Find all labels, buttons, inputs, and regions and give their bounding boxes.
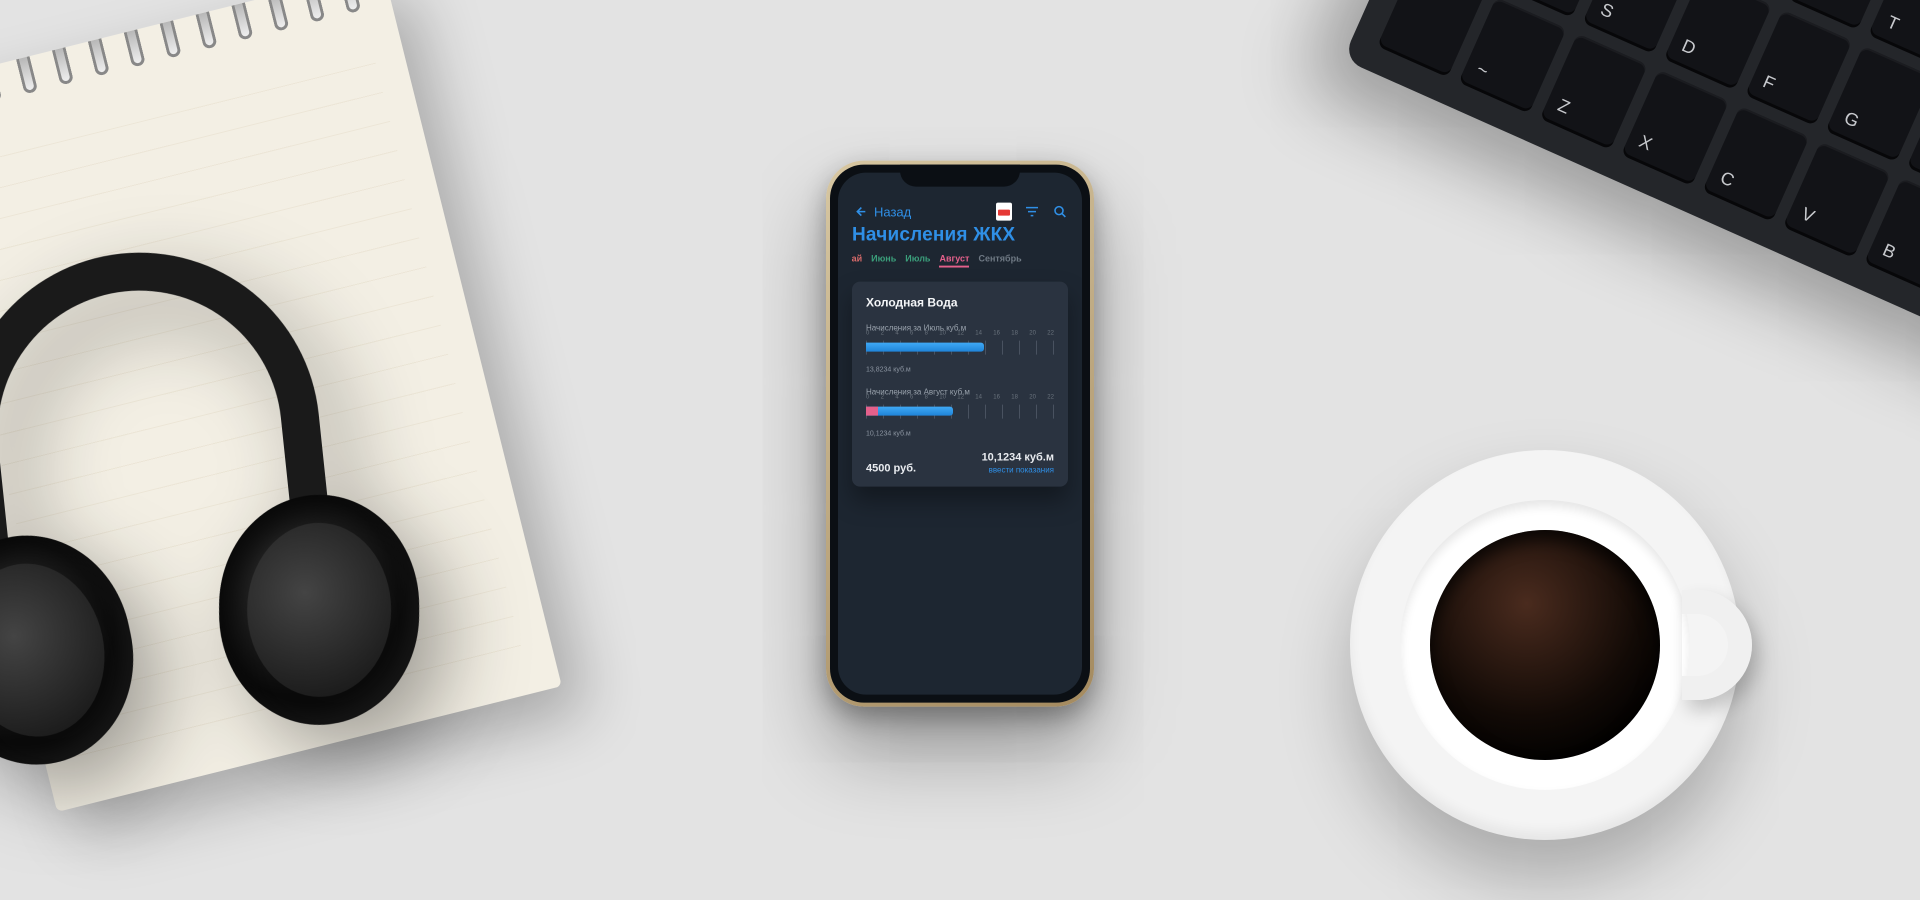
card-title: Холодная Вода bbox=[866, 296, 1054, 310]
month-tab[interactable]: Май bbox=[852, 254, 862, 268]
phone-frame: Назад Начисления ЖКХ Май Июнь Июль Авгус… bbox=[826, 161, 1094, 707]
month-tab[interactable]: Июль bbox=[905, 254, 930, 268]
meter-august: Начисления за Август куб.м 0246810121416… bbox=[866, 388, 1054, 438]
utility-card: Холодная Вода Начисления за Июль куб.м 0… bbox=[852, 282, 1068, 487]
topbar: Назад bbox=[852, 203, 1068, 221]
phone-notch bbox=[900, 165, 1020, 187]
pdf-icon[interactable] bbox=[996, 203, 1012, 221]
meter-bar bbox=[866, 343, 984, 352]
meter-value: 10,1234 куб.м bbox=[866, 431, 1054, 438]
arrow-left-icon bbox=[852, 204, 868, 220]
month-tab[interactable]: Сентябрь bbox=[978, 254, 1021, 268]
months-tabs: Май Июнь Июль Август Сентябрь bbox=[852, 254, 1068, 268]
meter-bar-current-cap bbox=[866, 407, 878, 416]
enter-readings-link[interactable]: ввести показания bbox=[982, 466, 1054, 475]
app-screen: Назад Начисления ЖКХ Май Июнь Июль Авгус… bbox=[838, 173, 1082, 695]
card-price: 4500 руб. bbox=[866, 463, 916, 475]
filter-icon[interactable] bbox=[1024, 204, 1040, 220]
top-icons bbox=[996, 203, 1068, 221]
meter-scale: 0246810121416182022 bbox=[866, 403, 1054, 423]
back-label: Назад bbox=[874, 204, 911, 219]
meter-value: 13,8234 куб.м bbox=[866, 367, 1054, 374]
month-tab-active[interactable]: Август bbox=[939, 254, 969, 268]
scale-ticks: 0246810121416182022 bbox=[866, 331, 1054, 337]
keyboard-prop: §12345678 tabQWERTYUI capsASDFGHJK shift… bbox=[1343, 0, 1920, 401]
scale-ticks: 0246810121416182022 bbox=[866, 395, 1054, 401]
meter-scale: 0246810121416182022 bbox=[866, 339, 1054, 359]
meter-july: Начисления за Июль куб.м 024681012141618… bbox=[866, 324, 1054, 374]
back-button[interactable]: Назад bbox=[852, 204, 911, 220]
headphones-prop bbox=[0, 224, 458, 835]
search-icon[interactable] bbox=[1052, 204, 1068, 220]
coffee-prop bbox=[1350, 450, 1740, 840]
card-volume: 10,1234 куб.м bbox=[982, 452, 1054, 464]
card-footer: 4500 руб. 10,1234 куб.м ввести показания bbox=[866, 452, 1054, 475]
meter-bar bbox=[866, 407, 953, 416]
month-tab[interactable]: Июнь bbox=[871, 254, 896, 268]
page-title: Начисления ЖКХ bbox=[852, 225, 1068, 246]
